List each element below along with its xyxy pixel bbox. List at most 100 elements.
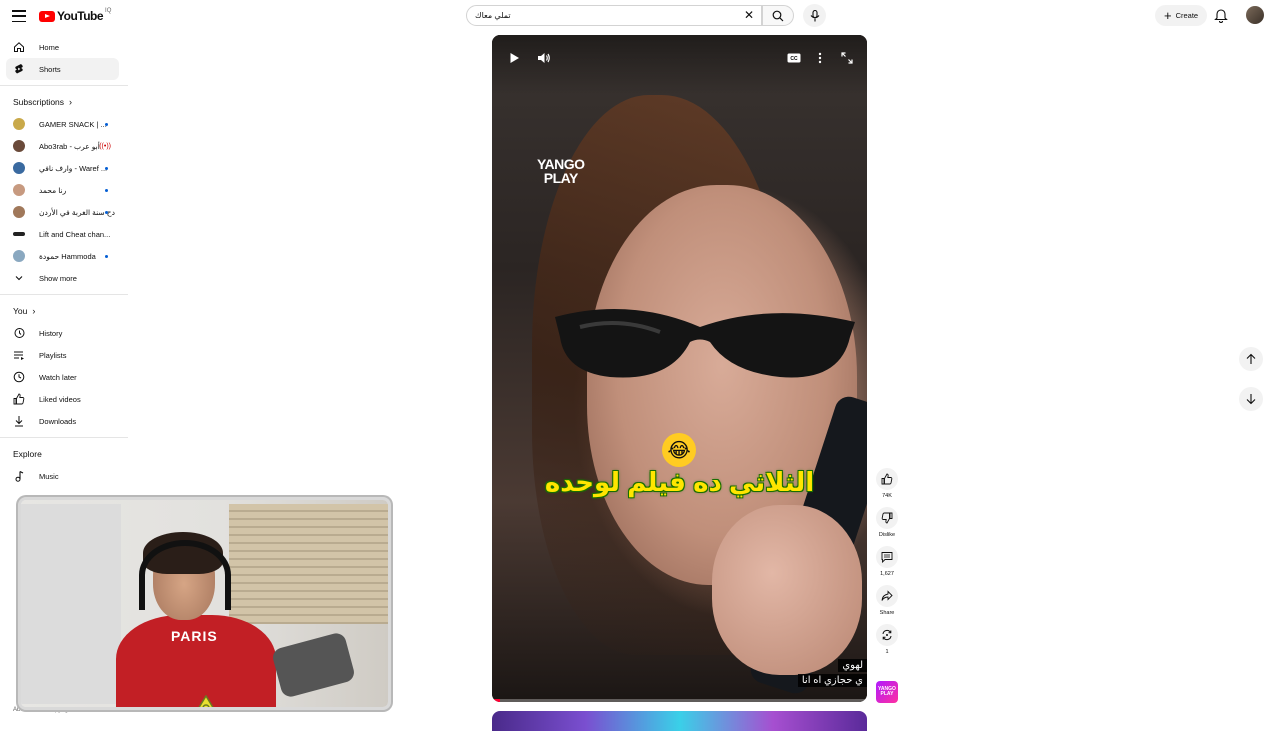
sidebar-item-label: Playlists xyxy=(39,350,67,360)
dislike-button[interactable] xyxy=(876,507,898,529)
notifications-bell-icon[interactable] xyxy=(1214,7,1228,23)
captions-button[interactable]: CC xyxy=(785,49,803,67)
chevron-down-icon xyxy=(13,272,25,284)
sidebar-item-label: Home xyxy=(39,42,60,52)
divider xyxy=(0,85,128,86)
previous-short-button[interactable] xyxy=(1239,347,1263,371)
laughing-emoji: 😂 xyxy=(662,433,696,467)
history-icon xyxy=(13,327,25,339)
svg-text:CC: CC xyxy=(790,56,798,62)
account-avatar[interactable] xyxy=(1246,6,1264,24)
sidebar-item-shorts[interactable]: Shorts xyxy=(6,58,119,80)
subscriptions-heading[interactable]: Subscriptions › xyxy=(0,91,128,113)
watch-later-icon xyxy=(13,371,25,383)
top-bar: YouTube IQ تملي معاك ✕ + Create xyxy=(0,0,1280,32)
comments-action: 1,627 xyxy=(875,546,899,577)
sidebar-item-music[interactable]: Music xyxy=(0,465,128,487)
headset-icon xyxy=(139,540,231,610)
sidebar-item-label: Music xyxy=(39,471,59,481)
new-content-dot xyxy=(105,166,108,170)
search-input[interactable]: تملي معاك xyxy=(466,5,762,26)
mute-button[interactable] xyxy=(535,49,553,67)
comments-button[interactable] xyxy=(876,546,898,568)
like-button[interactable] xyxy=(876,468,898,490)
microphone-icon xyxy=(810,9,819,21)
subscription-item[interactable]: GAMER SNACK | ... xyxy=(0,113,128,135)
more-vertical-icon xyxy=(818,52,822,64)
subscription-item[interactable]: Lift and Cheat chan... xyxy=(0,223,128,245)
shorts-icon xyxy=(13,63,25,75)
progress-bar[interactable] xyxy=(492,699,867,702)
you-heading-label: You xyxy=(13,306,28,316)
subscription-item[interactable]: حمودة Hammoda xyxy=(0,245,128,267)
next-short-preview[interactable] xyxy=(492,711,867,731)
channel-avatar xyxy=(13,118,25,130)
webcam-door xyxy=(21,504,121,704)
streamer-webcam-overlay: PARIS xyxy=(18,497,391,710)
video-caption: الثلاثي ده فيلم لوحده xyxy=(544,467,815,497)
clear-search-icon[interactable]: ✕ xyxy=(744,9,754,21)
channel-avatar xyxy=(13,184,25,196)
subscription-item[interactable]: رنا محمد xyxy=(0,179,128,201)
subscription-label: رنا محمد xyxy=(39,185,67,195)
remix-button[interactable] xyxy=(876,624,898,646)
search-button[interactable] xyxy=(762,5,794,26)
subscription-label: GAMER SNACK | ... xyxy=(39,119,107,129)
sidebar: Home Shorts Subscriptions › GAMER SNACK … xyxy=(0,36,128,487)
progress-bar-fill xyxy=(492,699,500,702)
like-count: 74K xyxy=(882,493,892,499)
play-button[interactable] xyxy=(505,49,523,67)
sidebar-item-history[interactable]: History xyxy=(0,322,128,344)
logo-text: YouTube xyxy=(57,9,104,23)
stream-logo-icon xyxy=(198,695,214,707)
dislike-label: Dislike xyxy=(878,532,896,538)
show-more-button[interactable]: Show more xyxy=(0,267,128,289)
fullscreen-button[interactable] xyxy=(838,49,856,67)
you-heading[interactable]: You › xyxy=(0,300,128,322)
more-options-button[interactable] xyxy=(811,49,829,67)
arrow-up-icon xyxy=(1246,353,1256,364)
logo-country-code: IQ xyxy=(105,8,112,14)
yango-play-watermark: YANGO PLAY xyxy=(537,157,585,185)
watermark-line-2: PLAY xyxy=(543,170,579,186)
sidebar-item-liked-videos[interactable]: Liked videos xyxy=(0,388,128,410)
channel-avatar-button[interactable]: YANGO PLAY xyxy=(876,681,898,703)
sidebar-item-label: Liked videos xyxy=(39,394,81,404)
liked-icon xyxy=(13,393,25,405)
sidebar-item-home[interactable]: Home xyxy=(0,36,128,58)
arrow-down-icon xyxy=(1246,394,1256,405)
subscription-item[interactable]: وارف نافي - Waref ... xyxy=(0,157,128,179)
sidebar-item-watch-later[interactable]: Watch later xyxy=(0,366,128,388)
channel-avatar xyxy=(13,232,25,236)
subscription-item[interactable]: Abo3rab - أبو عرب ((•)) xyxy=(0,135,128,157)
sidebar-item-label: History xyxy=(39,328,63,338)
share-button[interactable] xyxy=(876,585,898,607)
chevron-right-icon: › xyxy=(32,306,36,316)
channel-avatar xyxy=(13,162,25,174)
share-label: Share xyxy=(879,610,895,616)
sidebar-item-label: Shorts xyxy=(39,64,61,74)
home-icon xyxy=(13,41,25,53)
new-content-dot xyxy=(105,122,108,126)
sidebar-item-downloads[interactable]: Downloads xyxy=(0,410,128,432)
next-short-button[interactable] xyxy=(1239,387,1263,411)
volume-icon xyxy=(538,53,550,63)
explore-heading-label: Explore xyxy=(13,449,42,459)
sidebar-item-playlists[interactable]: Playlists xyxy=(0,344,128,366)
fullscreen-icon xyxy=(841,52,853,64)
channel-avatar xyxy=(13,140,25,152)
subscription-item[interactable]: دح سنة الغربة في الأردن xyxy=(0,201,128,223)
subscription-label: وارف نافي - Waref ... xyxy=(39,163,108,173)
explore-heading: Explore xyxy=(0,443,128,465)
voice-search-button[interactable] xyxy=(803,4,826,27)
channel-avatar xyxy=(13,206,25,218)
create-button[interactable]: + Create xyxy=(1155,5,1208,26)
watermark-line-1: YANGO xyxy=(537,156,585,172)
menu-icon[interactable] xyxy=(10,7,28,25)
search-query: تملي معاك xyxy=(475,11,511,20)
live-icon: ((•)) xyxy=(99,142,111,150)
comment-count: 1,627 xyxy=(880,571,894,577)
youtube-logo[interactable]: YouTube IQ xyxy=(39,8,112,23)
subtitle-line: ي حجازي اه انا xyxy=(797,674,867,687)
shorts-video-player[interactable]: CC YANGO PLAY 😂 الثلاثي ده فيلم لوحده له… xyxy=(492,35,867,702)
